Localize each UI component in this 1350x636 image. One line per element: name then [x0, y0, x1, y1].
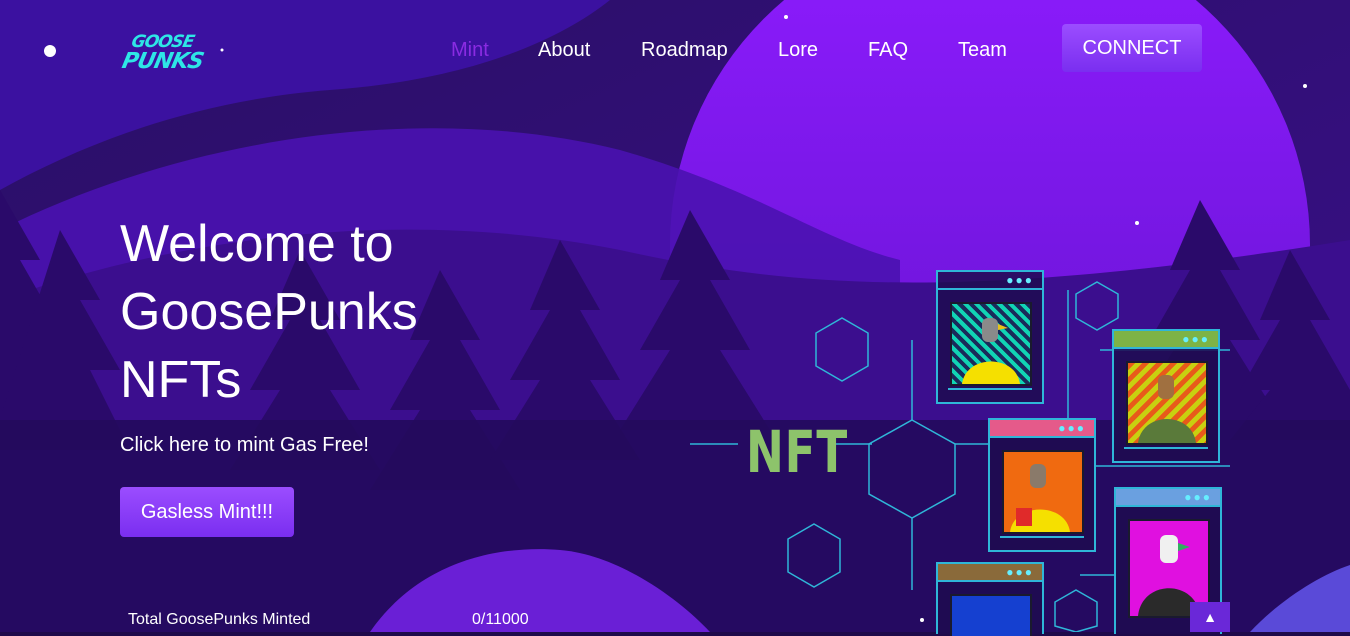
hero-subtitle: Click here to mint Gas Free! — [120, 434, 369, 456]
nft-card-3: ●●● — [988, 418, 1096, 552]
nft-card-2: ●●● — [1112, 329, 1220, 463]
nft-card-1: ●●● — [936, 270, 1044, 404]
window-dots-icon: ●●● — [1184, 490, 1212, 504]
nav-link-roadmap[interactable]: Roadmap — [641, 36, 728, 64]
scroll-to-top-button[interactable]: ▲ — [1190, 602, 1230, 632]
total-minted-label: Total GoosePunks Minted — [128, 611, 311, 628]
nft-art-goose-yellow — [950, 302, 1032, 386]
window-dots-icon: ●●● — [1058, 421, 1086, 435]
nav-dot-decoration — [44, 45, 56, 57]
nav-link-lore[interactable]: Lore — [778, 36, 818, 64]
logo-line-2: PUNKS — [119, 49, 206, 74]
nft-art-goose-blue — [950, 594, 1032, 636]
nav-link-mint[interactable]: Mint — [451, 36, 489, 64]
nav-link-about[interactable]: About — [538, 36, 590, 64]
hero-title: Welcome to GoosePunks NFTs — [120, 210, 540, 414]
nft-art-goose-orange — [1002, 450, 1084, 534]
total-minted-value: 0/11000 — [472, 611, 529, 628]
hero-title-line-3: NFTs — [120, 351, 242, 409]
chevron-up-icon: ▲ — [1203, 609, 1217, 625]
nft-card-5: ●●● — [936, 562, 1044, 636]
window-dots-icon: ●●● — [1006, 565, 1034, 579]
gasless-mint-button[interactable]: Gasless Mint!!! — [120, 487, 294, 537]
window-dots-icon: ●●● — [1006, 273, 1034, 287]
hero-title-line-2: GoosePunks — [120, 283, 418, 341]
connect-wallet-button[interactable]: CONNECT — [1062, 24, 1202, 72]
nav-link-faq[interactable]: FAQ — [868, 36, 908, 64]
nft-badge-text: NFT — [746, 418, 848, 486]
nav-link-team[interactable]: Team — [958, 36, 1007, 64]
goosepunks-logo[interactable]: GOOSE PUNKS — [119, 32, 206, 74]
nft-art-goose-camo — [1126, 361, 1208, 445]
window-dots-icon: ●●● — [1182, 332, 1210, 346]
hero-title-line-1: Welcome to — [120, 215, 394, 273]
